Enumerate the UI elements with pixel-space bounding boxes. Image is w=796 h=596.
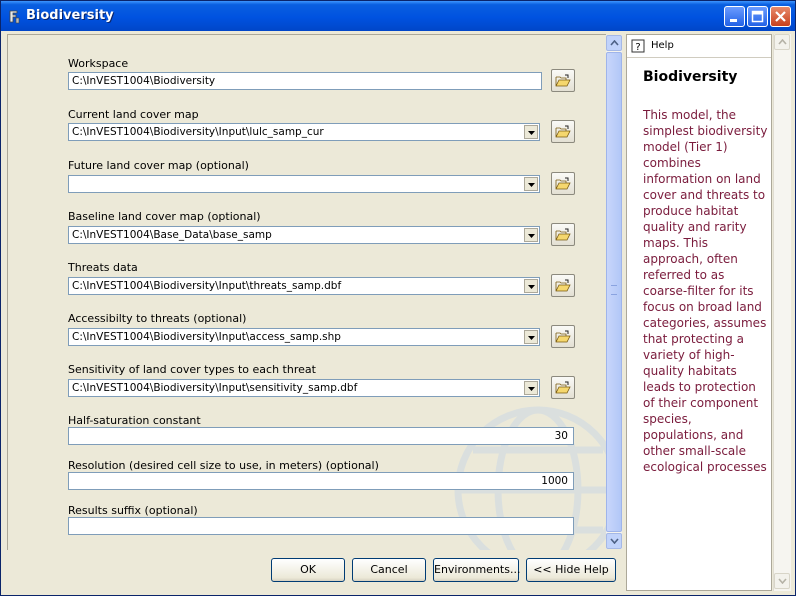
sensitivity-browse-button[interactable] (551, 376, 575, 399)
help-scroll-up-button[interactable] (774, 34, 790, 50)
resolution-value: 1000 (541, 475, 568, 487)
current-lulc-browse-button[interactable] (551, 120, 575, 143)
help-scroll-down-button[interactable] (774, 573, 790, 589)
half-saturation-label: Half-saturation constant (68, 414, 201, 427)
accessibility-browse-button[interactable] (551, 325, 575, 348)
future-lulc-browse-button[interactable] (551, 172, 575, 195)
sensitivity-label: Sensitivity of land cover types to each … (68, 363, 316, 376)
open-folder-icon (555, 177, 571, 190)
baseline-lulc-browse-button[interactable] (551, 223, 575, 246)
chevron-down-icon[interactable] (524, 228, 538, 242)
workspace-label: Workspace (68, 57, 129, 70)
help-body: This model, the simplest biodiversity mo… (643, 108, 768, 474)
help-icon: ? (631, 39, 645, 56)
cancel-button[interactable]: Cancel (352, 558, 426, 582)
environments-button[interactable]: Environments... (433, 558, 520, 582)
open-folder-icon (555, 125, 571, 138)
scroll-down-button[interactable] (606, 533, 622, 549)
chevron-down-icon[interactable] (524, 279, 538, 293)
future-lulc-dropdown[interactable] (68, 175, 540, 193)
current-lulc-value: C:\InVEST1004\Biodiversity\Input\lulc_sa… (72, 126, 324, 138)
open-folder-icon (555, 228, 571, 241)
title-bar[interactable]: Biodiversity (1, 1, 795, 31)
half-saturation-value: 30 (554, 430, 568, 442)
workspace-value: C:\InVEST1004\Biodiversity (72, 75, 216, 87)
open-folder-icon (555, 381, 571, 394)
help-scrollbar[interactable] (773, 34, 791, 591)
results-suffix-label: Results suffix (optional) (68, 504, 198, 517)
accessibility-dropdown[interactable]: C:\InVEST1004\Biodiversity\Input\access_… (68, 328, 540, 346)
svg-text:?: ? (635, 42, 640, 53)
future-lulc-label: Future land cover map (optional) (68, 159, 249, 172)
form-scrollbar[interactable] (606, 35, 622, 549)
sensitivity-dropdown[interactable]: C:\InVEST1004\Biodiversity\Input\sensiti… (68, 379, 540, 397)
accessibility-label: Accessibilty to threats (optional) (68, 312, 247, 325)
scroll-up-button[interactable] (606, 35, 622, 51)
parameters-panel: Workspace C:\InVEST1004\Biodiversity Cur… (7, 34, 606, 550)
minimize-icon (730, 19, 737, 22)
biodiversity-window: Biodiversity Workspace C:\InVEST1004\Bio… (0, 0, 796, 596)
results-suffix-input[interactable] (68, 517, 574, 535)
close-button[interactable] (770, 6, 791, 27)
threats-data-browse-button[interactable] (551, 274, 575, 297)
help-tab[interactable]: ? Help (627, 35, 771, 58)
window-title: Biodiversity (26, 8, 114, 23)
maximize-icon (751, 10, 764, 23)
chevron-down-icon[interactable] (524, 381, 538, 395)
scroll-thumb[interactable] (606, 52, 622, 532)
threats-data-value: C:\InVEST1004\Biodiversity\Input\threats… (72, 280, 342, 292)
resolution-label: Resolution (desired cell size to use, in… (68, 459, 379, 472)
threats-data-label: Threats data (68, 261, 138, 274)
maximize-button[interactable] (747, 6, 768, 27)
current-lulc-dropdown[interactable]: C:\InVEST1004\Biodiversity\Input\lulc_sa… (68, 123, 540, 141)
current-lulc-label: Current land cover map (68, 108, 199, 121)
baseline-lulc-label: Baseline land cover map (optional) (68, 210, 261, 223)
open-folder-icon (555, 279, 571, 292)
resolution-input[interactable]: 1000 (68, 472, 574, 490)
help-title: Biodiversity (643, 69, 738, 85)
open-folder-icon (555, 74, 571, 87)
hide-help-button[interactable]: << Hide Help (526, 558, 616, 582)
chevron-down-icon[interactable] (524, 330, 538, 344)
close-icon (775, 11, 786, 22)
chevron-up-icon (610, 40, 619, 46)
workspace-browse-button[interactable] (551, 69, 575, 92)
chevron-down-icon (610, 538, 619, 544)
ok-button[interactable]: OK (271, 558, 345, 582)
chevron-down-icon[interactable] (524, 177, 538, 191)
accessibility-value: C:\InVEST1004\Biodiversity\Input\access_… (72, 331, 341, 343)
help-panel: ? Help Biodiversity This model, the simp… (626, 34, 772, 591)
chevron-down-icon[interactable] (524, 125, 538, 139)
half-saturation-input[interactable]: 30 (68, 427, 574, 445)
workspace-input[interactable]: C:\InVEST1004\Biodiversity (68, 72, 542, 90)
threats-data-dropdown[interactable]: C:\InVEST1004\Biodiversity\Input\threats… (68, 277, 540, 295)
tool-icon (7, 9, 21, 24)
baseline-lulc-value: C:\InVEST1004\Base_Data\base_samp (72, 229, 272, 241)
open-folder-icon (555, 330, 571, 343)
baseline-lulc-dropdown[interactable]: C:\InVEST1004\Base_Data\base_samp (68, 226, 540, 244)
help-tab-label: Help (651, 40, 674, 51)
chevron-up-icon (778, 39, 787, 45)
minimize-button[interactable] (724, 6, 745, 27)
sensitivity-value: C:\InVEST1004\Biodiversity\Input\sensiti… (72, 382, 358, 394)
chevron-down-icon (778, 578, 787, 584)
